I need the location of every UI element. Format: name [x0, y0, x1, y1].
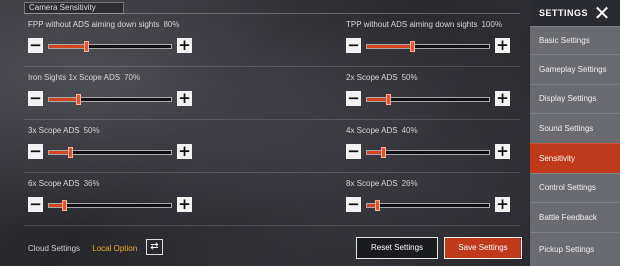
save-settings-button[interactable]: Save Settings [444, 237, 522, 259]
sidebar-item-label: Pickup Settings [539, 244, 595, 254]
sidebar-item-battle-feedback[interactable]: Battle Feedback [530, 202, 620, 232]
setting-label: 6x Scope ADS 36% [28, 179, 100, 188]
cloud-settings-row: Cloud Settings Local Option [28, 244, 137, 253]
sidebar-item-basic[interactable]: Basic Settings [530, 26, 620, 54]
setting-3x-scope: 3x Scope ADS 50% − + [24, 126, 192, 160]
setting-label: 3x Scope ADS 50% [28, 126, 100, 135]
slider-handle[interactable] [374, 200, 380, 211]
slider-handle[interactable] [83, 41, 89, 52]
slider-handle[interactable] [410, 41, 416, 52]
sidebar-header: SETTINGS ✕ [530, 0, 620, 26]
decrease-button[interactable]: − [28, 197, 43, 212]
setting-tpp-no-ads: TPP without ADS aiming down sights 100% −… [342, 20, 510, 54]
increase-button[interactable]: + [495, 144, 510, 159]
slider-fill [49, 151, 70, 154]
slider-handle[interactable] [67, 147, 73, 158]
setting-value: 50% [83, 126, 100, 135]
setting-iron-sights: Iron Sights 1x Scope ADS 70% − + [24, 73, 192, 107]
sensitivity-slider[interactable] [48, 41, 172, 52]
setting-value: 36% [83, 179, 100, 188]
slider-fill [49, 98, 79, 101]
swap-icon[interactable]: ⇄ [146, 239, 163, 255]
decrease-button[interactable]: − [28, 91, 43, 106]
sidebar-item-label: Control Settings [539, 183, 596, 192]
increase-button[interactable]: + [177, 91, 192, 106]
setting-value: 80% [163, 20, 180, 29]
slider-handle[interactable] [385, 94, 391, 105]
sidebar-item-gameplay[interactable]: Gameplay Settings [530, 54, 620, 84]
decrease-button[interactable]: − [346, 38, 361, 53]
sidebar-item-pickup[interactable]: Pickup Settings [530, 232, 620, 266]
reset-settings-button[interactable]: Reset Settings [356, 237, 438, 259]
sidebar-item-label: Sensitivity [539, 153, 576, 163]
sidebar-item-label: Basic Settings [539, 35, 590, 45]
slider-handle[interactable] [76, 94, 82, 105]
setting-value: 70% [124, 73, 141, 82]
setting-value: 26% [401, 179, 418, 188]
setting-label: 2x Scope ADS 50% [346, 73, 418, 82]
increase-button[interactable]: + [177, 197, 192, 212]
settings-sidebar: SETTINGS ✕ Basic Settings Gameplay Setti… [530, 0, 620, 266]
divider [24, 13, 520, 14]
increase-button[interactable]: + [177, 38, 192, 53]
slider-handle[interactable] [61, 200, 67, 211]
sidebar-item-sound[interactable]: Sound Settings [530, 113, 620, 143]
increase-button[interactable]: + [495, 38, 510, 53]
sensitivity-slider[interactable] [366, 94, 490, 105]
decrease-button[interactable]: − [346, 91, 361, 106]
setting-value: 40% [401, 126, 418, 135]
sidebar-item-label: Display Settings [539, 94, 597, 103]
setting-8x-scope: 8x Scope ADS 26% − + [342, 179, 510, 213]
increase-button[interactable]: + [495, 197, 510, 212]
sidebar-item-control[interactable]: Control Settings [530, 173, 620, 202]
setting-value: 100% [481, 20, 502, 29]
divider [24, 225, 520, 226]
sidebar-title: SETTINGS [539, 8, 589, 18]
decrease-button[interactable]: − [346, 197, 361, 212]
setting-label: FPP without ADS aiming down sights 80% [28, 20, 180, 29]
setting-fpp-no-ads: FPP without ADS aiming down sights 80% − … [24, 20, 192, 54]
setting-label: 8x Scope ADS 26% [346, 179, 418, 188]
sensitivity-slider[interactable] [48, 200, 172, 211]
slider-fill [367, 45, 413, 48]
decrease-button[interactable]: − [28, 38, 43, 53]
setting-2x-scope: 2x Scope ADS 50% − + [342, 73, 510, 107]
sidebar-item-label: Sound Settings [539, 123, 594, 133]
slider-fill [367, 98, 388, 101]
sensitivity-slider[interactable] [366, 41, 490, 52]
setting-label: 4x Scope ADS 40% [346, 126, 418, 135]
decrease-button[interactable]: − [346, 144, 361, 159]
sensitivity-slider[interactable] [366, 147, 490, 158]
sidebar-item-display[interactable]: Display Settings [530, 84, 620, 113]
setting-6x-scope: 6x Scope ADS 36% − + [24, 179, 192, 213]
sidebar-item-label: Battle Feedback [539, 212, 597, 222]
sensitivity-slider[interactable] [366, 200, 490, 211]
slider-fill [49, 45, 86, 48]
increase-button[interactable]: + [495, 91, 510, 106]
decrease-button[interactable]: − [28, 144, 43, 159]
divider [24, 119, 520, 120]
setting-label: TPP without ADS aiming down sights 100% [346, 20, 502, 29]
sensitivity-slider[interactable] [48, 147, 172, 158]
setting-label: Iron Sights 1x Scope ADS 70% [28, 73, 141, 82]
divider [24, 172, 520, 173]
cloud-settings-label: Cloud Settings [28, 244, 81, 253]
sensitivity-slider[interactable] [48, 94, 172, 105]
divider [24, 66, 520, 67]
sidebar-item-sensitivity[interactable]: Sensitivity [530, 143, 620, 173]
close-icon[interactable]: ✕ [592, 3, 612, 23]
local-option-label: Local Option [92, 244, 138, 253]
slider-handle[interactable] [380, 147, 386, 158]
setting-value: 50% [401, 73, 418, 82]
setting-4x-scope: 4x Scope ADS 40% − + [342, 126, 510, 160]
increase-button[interactable]: + [177, 144, 192, 159]
sidebar-item-label: Gameplay Settings [539, 64, 607, 74]
